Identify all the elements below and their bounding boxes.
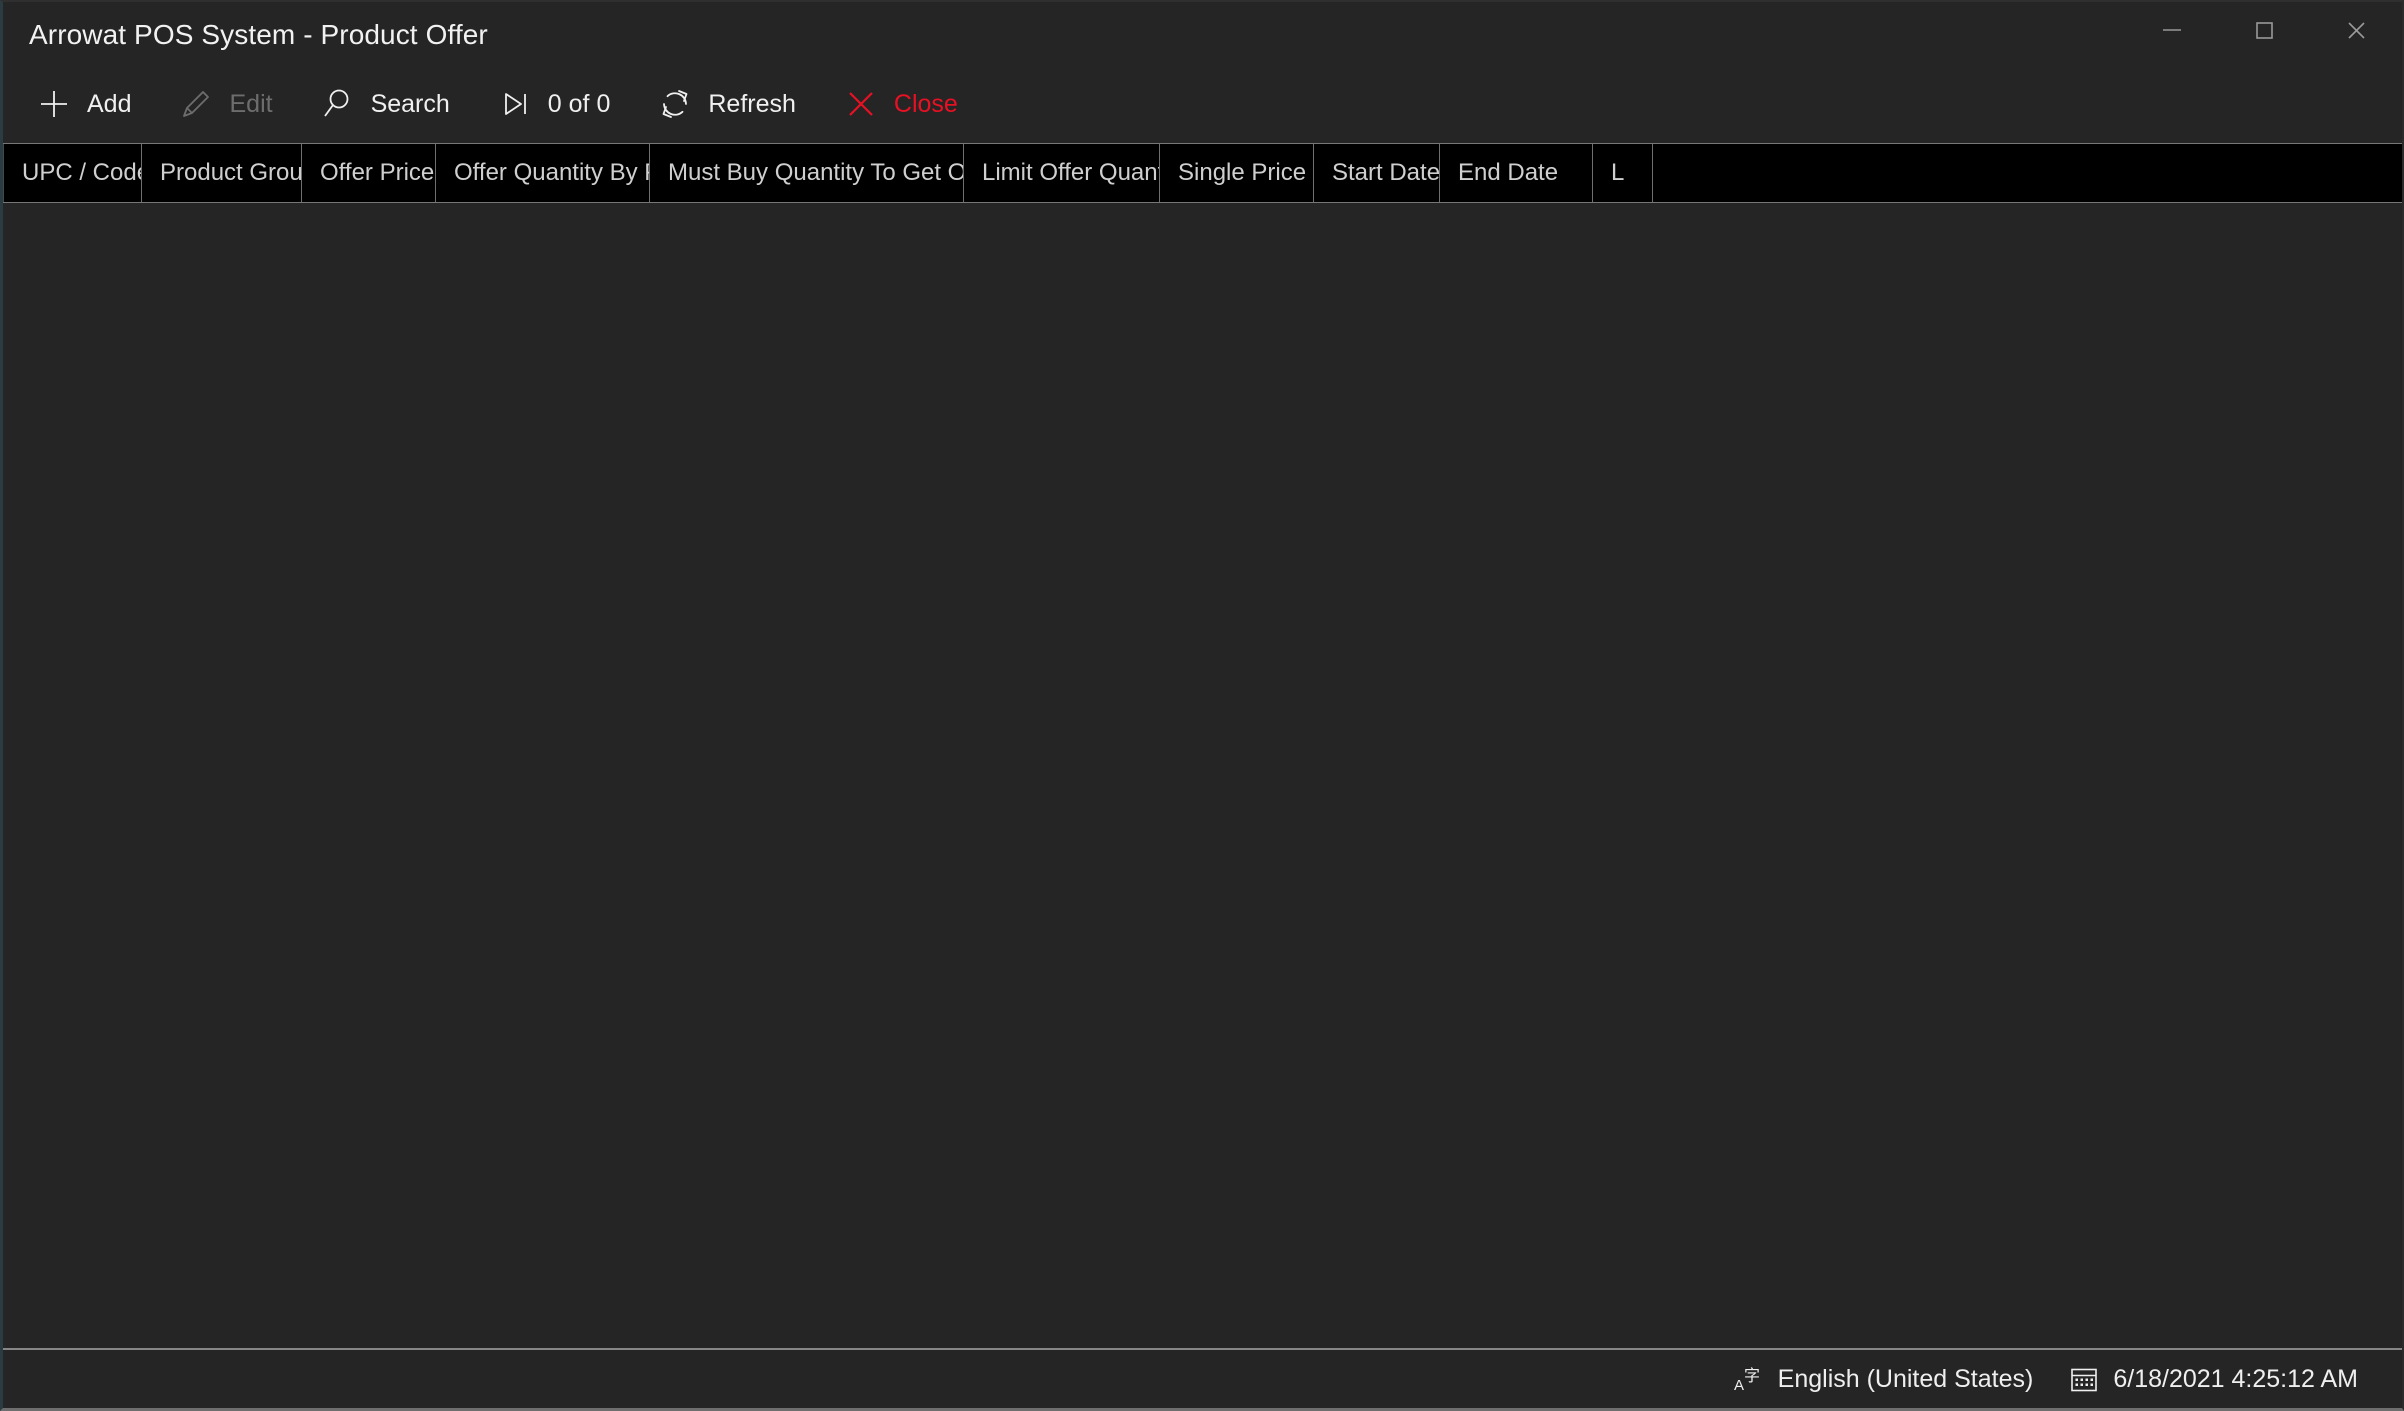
grid-column-header-label: Offer Quantity By Price xyxy=(454,159,649,186)
calendar-icon xyxy=(2067,1362,2101,1396)
window-controls xyxy=(2126,2,2402,58)
datetime-label: 6/18/2021 4:25:12 AM xyxy=(2113,1364,2358,1393)
application-window: Arrowat POS System - Product Offer Add E… xyxy=(0,0,2404,1411)
svg-text:字: 字 xyxy=(1744,1366,1760,1385)
ime-language-icon: A 字 xyxy=(1732,1362,1766,1396)
magnifier-icon xyxy=(319,85,357,123)
grid-column-header[interactable]: Must Buy Quantity To Get Offer Price xyxy=(650,144,964,202)
close-button[interactable]: Close xyxy=(828,76,972,132)
data-grid: UPC / Code Product Group Offer Price Offer … xyxy=(3,143,2402,1348)
grid-column-header-label: End Date xyxy=(1458,159,1559,186)
search-button-label: Search xyxy=(370,89,450,118)
grid-column-header[interactable]: UPC / Code xyxy=(3,144,142,202)
pencil-icon xyxy=(177,85,215,123)
plus-icon xyxy=(35,85,73,123)
title-bar[interactable]: Arrowat POS System - Product Offer xyxy=(3,2,2402,65)
grid-column-header-label: Offer Price xyxy=(320,159,435,186)
window-title: Arrowat POS System - Product Offer xyxy=(29,19,488,50)
grid-column-header-label: Product Group xyxy=(160,159,302,186)
grid-column-header[interactable]: Product Group xyxy=(142,144,302,202)
grid-column-header-label: Single Price xyxy=(1178,159,1307,186)
grid-column-header-label: UPC / Code xyxy=(22,159,142,186)
x-icon xyxy=(842,85,880,123)
minimize-button[interactable] xyxy=(2126,2,2218,58)
grid-column-header[interactable]: Offer Price xyxy=(302,144,436,202)
svg-text:A: A xyxy=(1734,1377,1744,1394)
grid-column-header[interactable]: Limit Offer Quantity xyxy=(964,144,1160,202)
refresh-circle-icon xyxy=(656,85,694,123)
skip-to-end-icon xyxy=(496,85,534,123)
refresh-button-label: Refresh xyxy=(708,89,796,118)
grid-column-header-label: Limit Offer Quantity xyxy=(982,159,1159,186)
edit-button[interactable]: Edit xyxy=(163,76,286,132)
grid-column-header[interactable]: Offer Quantity By Price xyxy=(436,144,650,202)
refresh-button[interactable]: Refresh xyxy=(642,76,810,132)
add-button[interactable]: Add xyxy=(21,76,145,132)
language-indicator[interactable]: A 字 English (United States) xyxy=(1732,1362,2034,1396)
status-bar: A 字 English (United States) 6/18/2021 4:… xyxy=(3,1348,2402,1408)
maximize-button[interactable] xyxy=(2218,2,2310,58)
language-label: English (United States) xyxy=(1777,1364,2034,1393)
edit-button-label: Edit xyxy=(229,89,273,118)
grid-column-header[interactable]: Single Price xyxy=(1160,144,1314,202)
minimize-icon xyxy=(2157,15,2187,45)
grid-column-header-label: Must Buy Quantity To Get Offer Price xyxy=(668,159,963,186)
toolbar: Add Edit Search 0 of 0 Refresh Close xyxy=(3,65,2402,143)
close-icon xyxy=(2341,15,2371,45)
record-navigator[interactable]: 0 of 0 xyxy=(482,76,625,132)
grid-column-headers: UPC / Code Product Group Offer Price Offer … xyxy=(3,143,2402,203)
record-count-label: 0 of 0 xyxy=(547,89,611,118)
add-button-label: Add xyxy=(87,89,132,118)
grid-column-header[interactable]: L xyxy=(1593,144,1653,202)
search-button[interactable]: Search xyxy=(305,76,464,132)
grid-column-header-label: Start Date xyxy=(1332,159,1440,186)
grid-column-header-label: L xyxy=(1611,159,1625,186)
close-window-button[interactable] xyxy=(2310,2,2402,58)
datetime-indicator[interactable]: 6/18/2021 4:25:12 AM xyxy=(2067,1362,2358,1396)
grid-column-header[interactable]: End Date xyxy=(1440,144,1593,202)
close-button-label: Close xyxy=(893,89,958,118)
maximize-icon xyxy=(2249,15,2279,45)
grid-column-header[interactable]: Start Date xyxy=(1314,144,1440,202)
grid-body[interactable] xyxy=(3,203,2402,1348)
